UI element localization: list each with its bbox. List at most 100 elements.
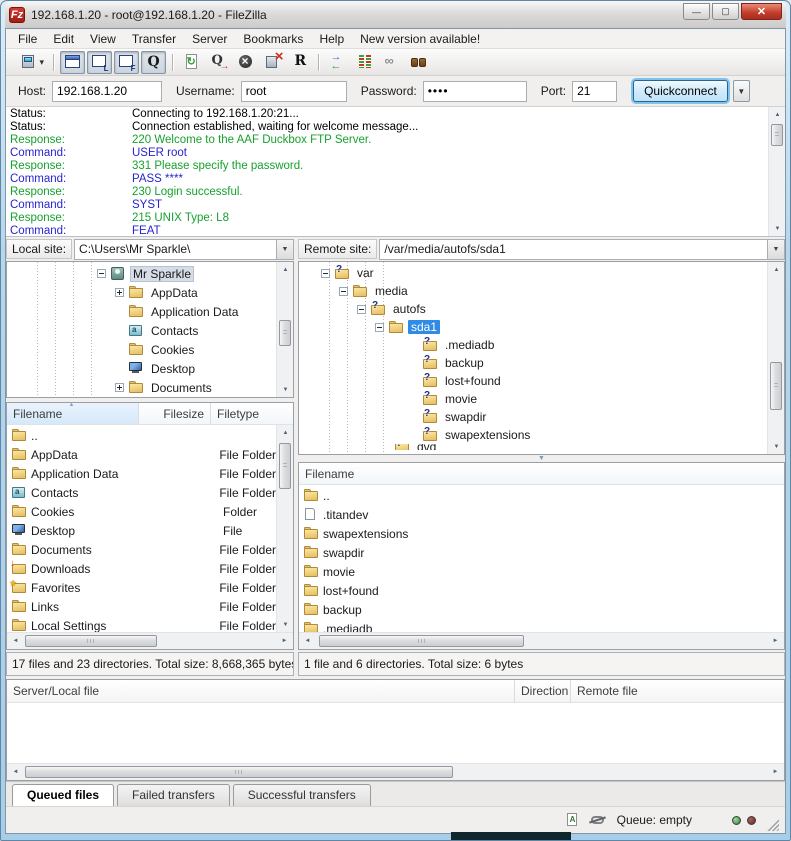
port-input[interactable] [572, 81, 617, 102]
transfer-type-icon[interactable] [563, 812, 581, 828]
tree-item[interactable]: Mr Sparkle [7, 264, 276, 283]
file-row[interactable]: Contacts File Folder [7, 483, 276, 502]
file-row[interactable]: Desktop File [7, 521, 276, 540]
column-header[interactable]: Remote file [571, 680, 784, 702]
file-row[interactable]: Favorites File Folder [7, 578, 276, 597]
quickconnect-dropdown-icon[interactable]: ▼ [733, 80, 750, 102]
tree-item[interactable]: swapdir [299, 408, 767, 426]
menu-item[interactable]: File [10, 30, 45, 48]
refresh-icon[interactable] [179, 51, 204, 74]
expander-icon[interactable] [115, 383, 124, 392]
scroll-up-icon[interactable]: ▲ [768, 262, 785, 277]
scroll-right-icon[interactable]: ► [767, 764, 784, 779]
file-row[interactable]: .. [299, 486, 784, 505]
scroll-left-icon[interactable]: ◄ [7, 764, 24, 779]
unsecured-icon[interactable] [589, 812, 607, 828]
tree-item[interactable]: dvd [299, 444, 767, 450]
file-row[interactable]: swapdir [299, 543, 784, 562]
filter-icon[interactable] [379, 51, 404, 74]
menu-item[interactable]: New version available! [352, 30, 488, 48]
cancel-icon[interactable] [233, 51, 258, 74]
menu-item[interactable]: Edit [45, 30, 82, 48]
site-manager-icon[interactable] [11, 51, 47, 74]
column-header[interactable]: Filesize [139, 403, 211, 424]
menu-item[interactable]: Transfer [124, 30, 184, 48]
scrollbar-thumb[interactable] [770, 362, 782, 410]
scrollbar-thumb[interactable] [25, 635, 157, 647]
local-list-hscrollbar[interactable]: ◄ ► [7, 632, 293, 649]
local-site-combo[interactable]: C:\Users\Mr Sparkle\ ▼ [74, 239, 294, 260]
scrollbar-thumb[interactable] [25, 766, 453, 778]
process-queue-icon[interactable] [206, 51, 231, 74]
expander-icon[interactable] [339, 287, 348, 296]
scroll-up-icon[interactable]: ▲ [277, 262, 294, 277]
scrollbar-thumb[interactable] [279, 320, 291, 346]
remote-site-combo[interactable]: /var/media/autofs/sda1 ▼ [379, 239, 785, 260]
file-row[interactable]: .mediadb [299, 619, 784, 632]
scroll-right-icon[interactable]: ► [767, 633, 784, 648]
pane-splitter[interactable]: ▼ [298, 455, 785, 462]
username-input[interactable] [241, 81, 347, 102]
scrollbar-thumb[interactable] [319, 635, 524, 647]
minimize-button[interactable]: — [683, 3, 710, 20]
password-input[interactable] [423, 81, 527, 102]
tab[interactable]: Queued files [12, 784, 114, 806]
file-row[interactable]: lost+found [299, 581, 784, 600]
log-scrollbar[interactable]: ▲ ▼ [768, 107, 785, 236]
tree-item[interactable]: Desktop [7, 359, 276, 378]
scroll-down-icon[interactable]: ▼ [277, 617, 293, 632]
menu-item[interactable]: Server [184, 30, 235, 48]
scroll-left-icon[interactable]: ◄ [299, 633, 316, 648]
toggle-local-tree-icon[interactable] [87, 51, 112, 74]
column-header[interactable]: Filetype [211, 403, 293, 424]
file-row[interactable]: movie [299, 562, 784, 581]
file-row[interactable]: Local Settings File Folder [7, 616, 276, 632]
toggle-remote-tree-icon[interactable] [114, 51, 139, 74]
local-tree-scrollbar[interactable]: ▲ ▼ [276, 262, 293, 397]
menu-item[interactable]: View [82, 30, 124, 48]
close-button[interactable]: ✕ [741, 3, 782, 20]
tree-item[interactable]: media [299, 282, 767, 300]
toggle-transfer-queue-icon[interactable] [141, 51, 166, 74]
tree-item[interactable]: backup [299, 354, 767, 372]
toggle-message-log-icon[interactable] [60, 51, 85, 74]
scroll-up-icon[interactable]: ▲ [277, 425, 293, 440]
title-bar[interactable]: Fz 192.168.1.20 - root@192.168.1.20 - Fi… [5, 1, 786, 28]
tab[interactable]: Failed transfers [117, 784, 230, 806]
tree-item[interactable]: autofs [299, 300, 767, 318]
file-row[interactable]: .titandev [299, 505, 784, 524]
tree-item[interactable]: swapextensions [299, 426, 767, 444]
expander-icon[interactable] [321, 269, 330, 278]
file-row[interactable]: .. [7, 426, 276, 445]
file-row[interactable]: Links File Folder [7, 597, 276, 616]
scroll-down-icon[interactable]: ▼ [768, 439, 785, 454]
file-row[interactable]: backup [299, 600, 784, 619]
combo-dropdown-icon[interactable]: ▼ [767, 240, 784, 259]
remote-tree-scrollbar[interactable]: ▲ ▼ [767, 262, 784, 454]
scroll-down-icon[interactable]: ▼ [769, 221, 785, 236]
column-header[interactable]: Server/Local file [7, 680, 515, 702]
host-input[interactable] [52, 81, 162, 102]
file-row[interactable]: AppData File Folder [7, 445, 276, 464]
column-header[interactable]: Filename [7, 403, 139, 424]
expander-icon[interactable] [357, 305, 366, 314]
column-header[interactable]: Direction [515, 680, 571, 702]
file-row[interactable]: Application Data File Folder [7, 464, 276, 483]
scroll-down-icon[interactable]: ▼ [277, 382, 294, 397]
reconnect-icon[interactable] [287, 51, 312, 74]
quickconnect-button[interactable]: Quickconnect [633, 80, 728, 102]
menu-item[interactable]: Bookmarks [235, 30, 311, 48]
tab[interactable]: Successful transfers [233, 784, 371, 806]
scroll-left-icon[interactable]: ◄ [7, 633, 24, 648]
file-row[interactable]: Cookies Folder [7, 502, 276, 521]
column-header[interactable]: Filename [299, 463, 784, 484]
combo-dropdown-icon[interactable]: ▼ [276, 240, 293, 259]
tree-item[interactable]: Contacts [7, 321, 276, 340]
tree-item[interactable]: var [299, 264, 767, 282]
file-row[interactable]: swapextensions [299, 524, 784, 543]
tree-item[interactable]: Documents [7, 378, 276, 397]
tree-item[interactable]: movie [299, 390, 767, 408]
expander-icon[interactable] [375, 323, 384, 332]
tree-item[interactable]: Application Data [7, 302, 276, 321]
scrollbar-thumb[interactable] [771, 124, 783, 146]
